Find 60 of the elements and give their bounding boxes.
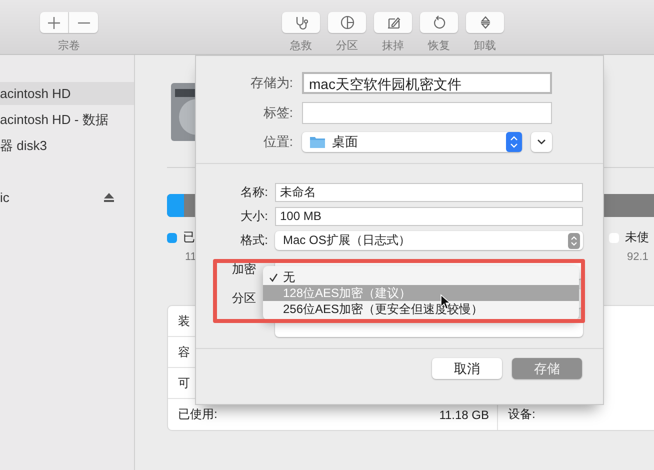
sidebar-item[interactable]: 器 disk3 — [0, 134, 134, 157]
stepper-icon — [568, 232, 580, 248]
toolbar-label: 分区 — [336, 39, 358, 53]
toolbar-label: 卸载 — [474, 39, 496, 53]
format-popup[interactable]: Mac OS扩展（日志式） — [275, 231, 583, 250]
info-value: 11.18 GB — [439, 408, 489, 422]
toolbar-button[interactable] — [374, 12, 412, 33]
legend-label: 未使 — [625, 229, 649, 246]
sidebar-item-label: acintosh HD - 数据 — [0, 110, 108, 128]
sidebar-item[interactable]: ic — [0, 186, 134, 209]
location-popup[interactable]: 桌面 — [302, 132, 522, 152]
text-field[interactable] — [302, 102, 552, 124]
toolbar-label: 急救 — [290, 39, 312, 53]
info-label: 已使用: — [178, 406, 218, 423]
info-label: 装 — [178, 312, 190, 330]
toolbar-button[interactable] — [466, 12, 504, 33]
text-field[interactable]: mac天空软件园机密文件 — [302, 72, 552, 94]
sidebar-item[interactable]: acintosh HD — [0, 82, 134, 105]
stepper-icon — [506, 132, 522, 152]
field-label: 名称: — [240, 184, 268, 201]
field-label: 加密 — [231, 261, 257, 278]
popup-value: Mac OS扩展（日志式） — [283, 232, 410, 249]
text-field[interactable]: 100 MB — [275, 207, 583, 226]
info-label: 可 — [178, 374, 190, 392]
info-label: 容 — [178, 344, 190, 360]
popup-value: 桌面 — [332, 133, 359, 151]
folder-icon — [310, 136, 325, 148]
sidebar-item-label: acintosh HD — [0, 86, 71, 101]
toolbar-button[interactable] — [282, 12, 320, 33]
pie-chart-icon — [340, 15, 354, 30]
field-label: 标签: — [262, 104, 293, 122]
checkmark-icon — [268, 272, 278, 282]
toolbar-label: 宗卷 — [58, 38, 80, 53]
eject-icon — [104, 193, 114, 202]
stethoscope-icon — [294, 15, 308, 30]
sidebar-item-label: 器 disk3 — [0, 136, 47, 154]
field-label: 分区 — [231, 290, 257, 307]
info-label: 设备: — [508, 406, 536, 423]
legend-value: 11 — [185, 251, 198, 263]
circular-arrow-icon — [432, 15, 446, 30]
toolbar-button[interactable] — [420, 12, 458, 33]
sidebar-item[interactable]: acintosh HD - 数据 — [0, 108, 134, 131]
toolbar-button[interactable] — [328, 12, 366, 33]
sidebar-item-label: ic — [0, 190, 10, 205]
toolbar-label: 抹掉 — [382, 39, 404, 53]
field-label: 格式: — [240, 232, 268, 249]
cancel-button[interactable]: 取消 — [432, 358, 502, 379]
toolbar-label: 恢复 — [428, 39, 450, 53]
legend-value: 92.1 — [627, 251, 650, 263]
text-field[interactable]: 未命名 — [275, 183, 583, 202]
add-volume-button[interactable] — [40, 12, 69, 33]
legend-label: 已 — [183, 229, 195, 246]
field-label: 位置: — [262, 133, 293, 151]
chevron-down-icon — [537, 139, 546, 145]
plus-icon — [47, 16, 61, 30]
field-label: 大小: — [240, 208, 268, 225]
menu-item[interactable]: 无 — [263, 269, 579, 285]
expand-button[interactable] — [531, 132, 552, 152]
field-label: 存储为: — [249, 74, 293, 92]
minus-icon — [78, 22, 90, 24]
